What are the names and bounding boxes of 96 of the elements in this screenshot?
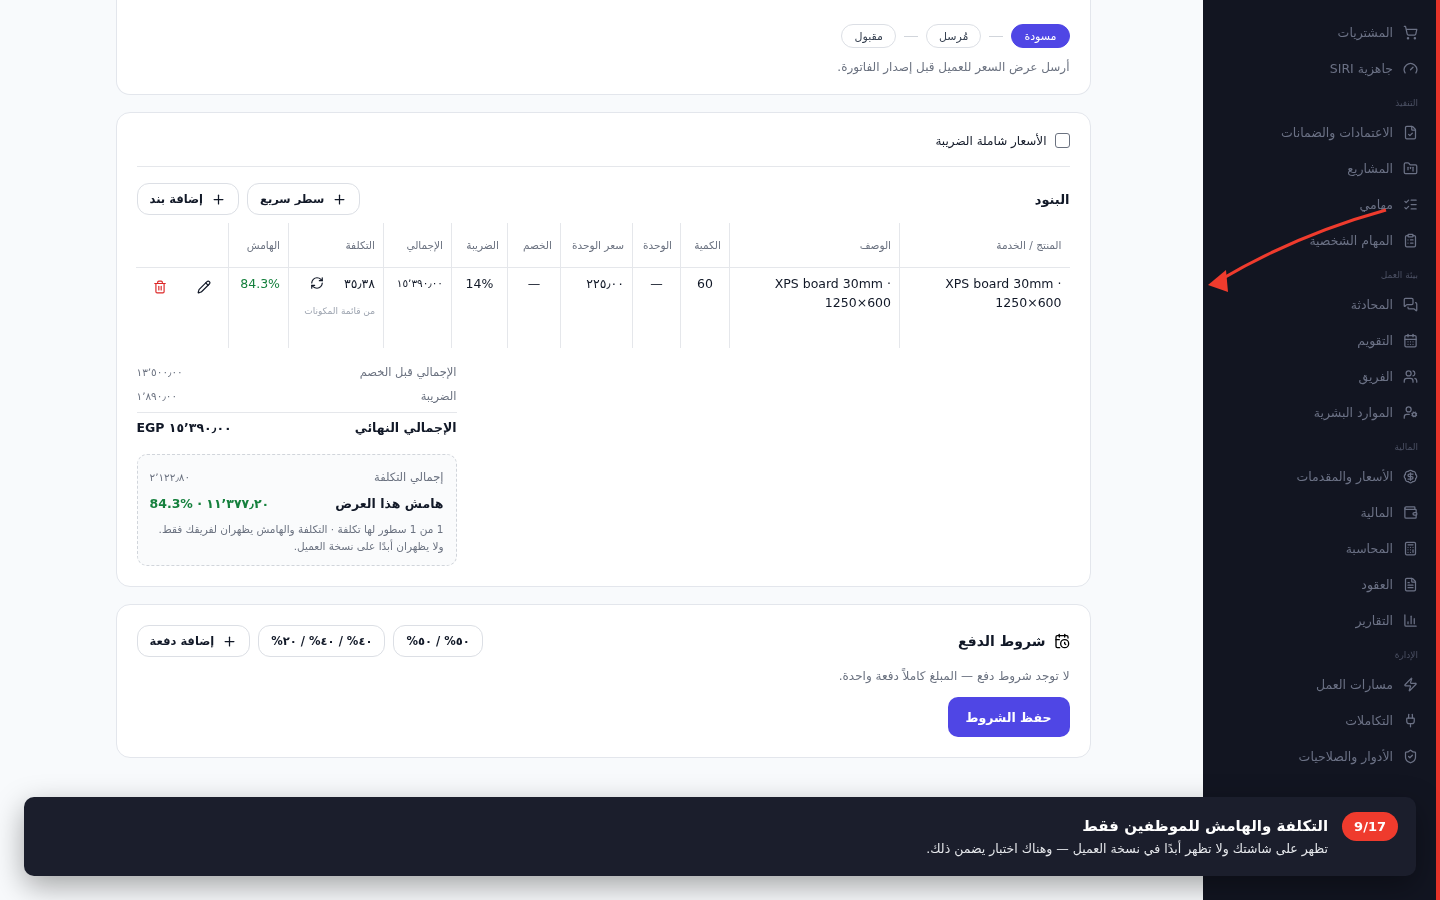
nav-item[interactable]: الاعتمادات والضمانات (1213, 114, 1422, 150)
table-cell-text: ٣٥٫٣٨ (344, 274, 375, 293)
column-header: الهامش (228, 223, 289, 267)
nav-item[interactable]: المشتريات (1213, 14, 1422, 50)
nav-item[interactable]: التقويم (1213, 322, 1422, 358)
section-heading: بيئة العمل (1379, 269, 1419, 282)
nav-item[interactable]: المشاريع (1213, 150, 1422, 186)
nav-item[interactable]: العقود (1213, 566, 1422, 602)
nav-item[interactable]: التقارير (1213, 602, 1422, 638)
nav-icon (1403, 504, 1418, 520)
edit-button[interactable] (196, 279, 211, 294)
nav-icon (1403, 676, 1418, 692)
add-button[interactable]: إضافة بند (136, 183, 240, 215)
plus-icon (332, 191, 348, 207)
step-counter: 9/17 (1342, 812, 1398, 841)
preset-button[interactable]: ٤٠% / ٤٠% / ٢٠% (258, 625, 386, 657)
total-value: ١٣٬٥٠٠٫٠٠ (136, 366, 183, 378)
cost-source: من قائمة المكونات (303, 304, 375, 318)
column-header: المنتج / الخدمة (899, 223, 1070, 267)
cost-value: ٢٬١٢٢٫٨٠ (149, 471, 191, 483)
nav-icon (1403, 24, 1418, 40)
nav-icon (1403, 712, 1418, 728)
nav-item[interactable]: الموارد البشرية (1213, 394, 1422, 430)
nav-item[interactable]: المحاسبة (1213, 530, 1422, 566)
nav-icon (1403, 232, 1418, 248)
table-cell-text: — (649, 274, 664, 293)
margin-value: 84.3% · ١١٬٣٧٧٫٢٠ (149, 495, 270, 511)
cost-label: إجمالي التكلفة (374, 470, 444, 484)
calendar-icon (1053, 633, 1070, 649)
column-header: التكلفة (288, 223, 384, 267)
table-cell-text: XPS board 30mm · 1250×600 (773, 274, 891, 312)
plus-icon (211, 191, 227, 207)
column-header: الضريبة (451, 223, 508, 267)
nav-item[interactable]: الفريق (1213, 358, 1422, 394)
table-cell-text: 84.3% (239, 274, 280, 293)
empty-text: لا توجد شروط دفع — المبلغ كاملاً دفعة واحدة. (837, 669, 1070, 683)
column-header: الإجمالي (383, 223, 452, 267)
preset-button[interactable]: ٥٠% / ٥٠% (393, 625, 483, 657)
nav-item[interactable]: جاهزية SIRI (1213, 50, 1422, 86)
status-step[interactable]: مقبول (841, 24, 896, 48)
add-payment-button[interactable]: إضافة دفعة (136, 625, 251, 657)
tour-title: التكلفة والهامش للموظفين فقط (1081, 817, 1329, 835)
nav-icon (1403, 368, 1418, 384)
nav-icon (1403, 612, 1418, 628)
status-step[interactable]: مُرسل (925, 24, 982, 48)
nav-icon (1403, 576, 1418, 592)
nav-item[interactable]: المهام الشخصية (1213, 222, 1422, 258)
table-cell-text: 14% (464, 274, 495, 293)
grand-total-label: الإجمالي النهائي (354, 420, 457, 435)
nav-icon (1403, 296, 1418, 312)
nav-item[interactable]: المالية (1213, 494, 1422, 530)
column-header: الوصف (729, 223, 900, 267)
plus-icon (222, 633, 238, 649)
section-heading: المالية (1393, 441, 1419, 454)
nav-item[interactable]: الأدوار والصلاحيات (1213, 738, 1422, 774)
nav-icon (1403, 160, 1418, 176)
refresh-icon[interactable] (310, 276, 325, 290)
checkbox[interactable] (1054, 133, 1070, 148)
delete-button[interactable] (152, 279, 167, 294)
nav-item[interactable]: الأسعار والمقدمات (1213, 458, 1422, 494)
internal-note: 1 من 1 سطور لها تكلفة · التكلفة والهامش يظهران لفريقك فقط. ولا يظهران أبدًا على نسخة العميل. (157, 522, 444, 555)
total-label: الإجمالي قبل الخصم (359, 365, 457, 379)
section-title: البنود (1034, 191, 1070, 207)
total-label: الضريبة (420, 389, 457, 403)
table-cell-text: 60 (696, 274, 714, 293)
margin-label: هامش هذا العرض (335, 495, 444, 511)
nav-icon (1403, 748, 1418, 764)
column-header: الوحدة (632, 223, 681, 267)
status-hint: أرسل عرض السعر للعميل قبل إصدار الفاتورة. (836, 60, 1070, 74)
save-button[interactable]: حفظ الشروط (947, 697, 1070, 737)
tour-text: تظهر على شاشتك ولا تظهر أبدًا في نسخة العميل — وهناك اختبار يضمن ذلك. (926, 841, 1329, 856)
column-header: الكمية (680, 223, 730, 267)
checkbox-label: الأسعار شاملة الضريبة (935, 133, 1047, 148)
nav-item[interactable]: المحادثة (1213, 286, 1422, 322)
nav-item[interactable]: مسارات العمل (1213, 666, 1422, 702)
nav-icon (1403, 124, 1418, 140)
section-title: شروط الدفع (958, 633, 1046, 649)
table-cell-text: — (526, 274, 542, 293)
nav-icon (1403, 196, 1418, 212)
total-value: ١٬٨٩٠٫٠٠ (136, 390, 178, 402)
column-header: سعر الوحدة (560, 223, 633, 267)
add-button[interactable]: سطر سريع (247, 183, 361, 215)
nav-item[interactable]: التكاملات (1213, 702, 1422, 738)
table-cell-text: ١٥٬٣٩٠٫٠٠ (395, 275, 443, 291)
section-heading: الإدارة (1393, 649, 1419, 662)
nav-icon (1403, 332, 1418, 348)
nav-icon (1403, 468, 1418, 484)
column-header: الخصم (507, 223, 561, 267)
status-step[interactable]: مسودة (1011, 24, 1070, 48)
section-heading: التنفيذ (1394, 97, 1419, 110)
nav-icon (1403, 60, 1418, 76)
table-cell-text: ٢٢٥٫٠٠ (585, 274, 624, 293)
nav-icon (1403, 540, 1418, 556)
table-cell-text: XPS board 30mm · 1250×600 (944, 274, 1062, 312)
grand-total-value: EGP ١٥٬٣٩٠٫٠٠ (136, 420, 232, 435)
nav-icon (1403, 404, 1418, 420)
